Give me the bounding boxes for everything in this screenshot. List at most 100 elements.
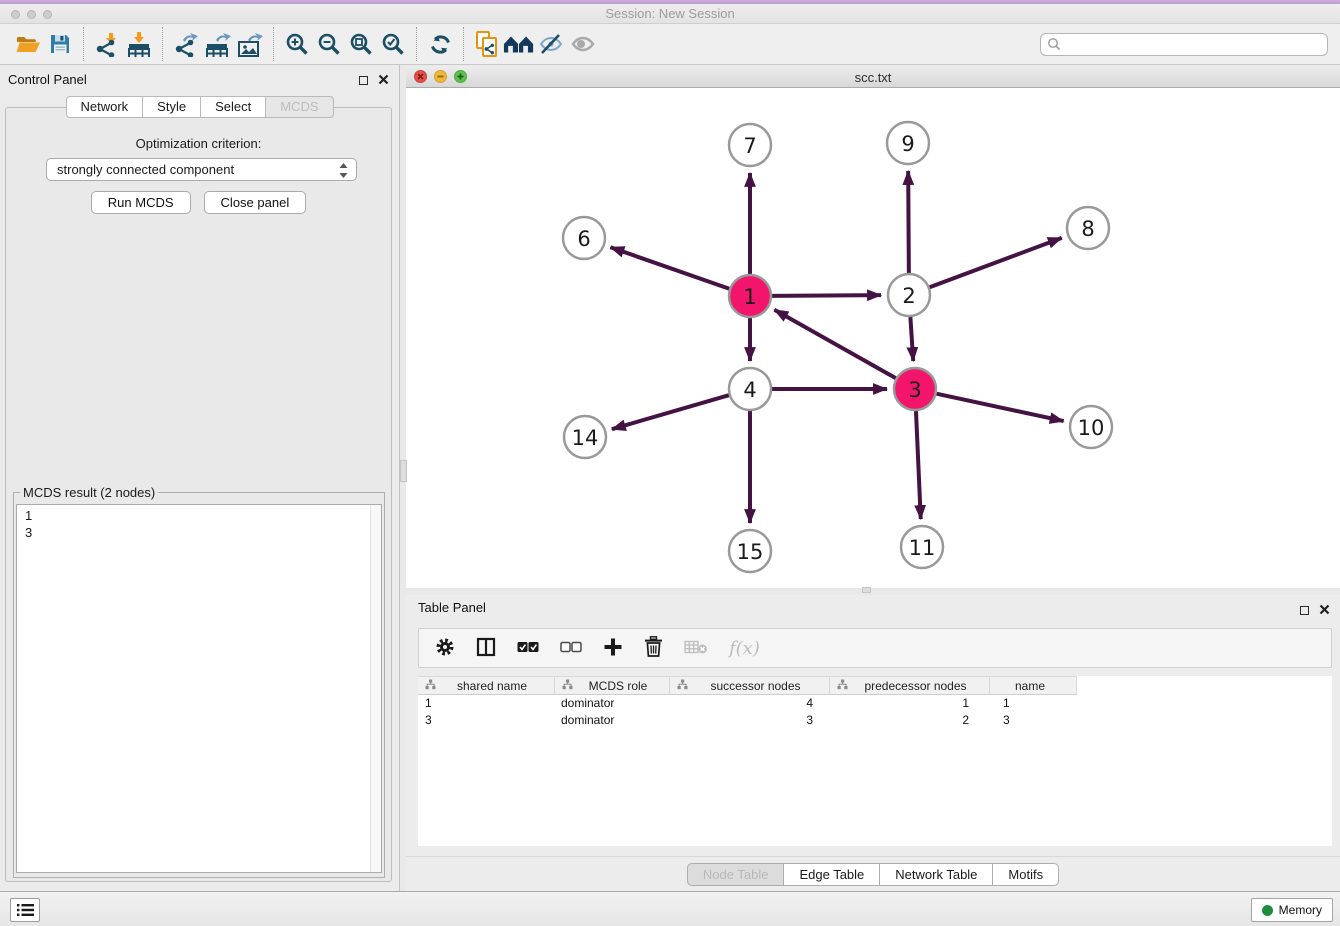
- tab-style[interactable]: Style: [143, 96, 201, 118]
- task-history-button[interactable]: [10, 898, 40, 922]
- tab-node-table[interactable]: Node Table: [687, 863, 785, 886]
- tab-select[interactable]: Select: [201, 96, 266, 118]
- column-header-shared-name[interactable]: shared name: [418, 676, 555, 695]
- tab-motifs[interactable]: Motifs: [993, 863, 1059, 886]
- cell-predecessor-nodes[interactable]: 1: [830, 696, 990, 710]
- graph-node-9[interactable]: 9: [887, 122, 929, 164]
- tab-network-table[interactable]: Network Table: [880, 863, 993, 886]
- column-type-icon: [677, 679, 688, 693]
- float-panel-icon[interactable]: [359, 76, 368, 85]
- graph-node-2[interactable]: 2: [888, 274, 930, 316]
- mcds-result-textarea[interactable]: 1 3: [16, 504, 382, 873]
- refresh-icon[interactable]: [424, 28, 456, 60]
- graph-edge-2-9[interactable]: [908, 171, 909, 273]
- cell-shared-name[interactable]: 3: [418, 713, 555, 727]
- run-mcds-button[interactable]: Run MCDS: [91, 191, 191, 214]
- graph-node-10[interactable]: 10: [1070, 406, 1112, 448]
- toolbar-separator: [463, 27, 464, 61]
- tab-mcds[interactable]: MCDS: [266, 96, 333, 118]
- tab-network[interactable]: Network: [65, 96, 143, 118]
- eye-slash-icon[interactable]: [535, 28, 567, 60]
- criterion-select[interactable]: strongly connected component: [46, 158, 357, 181]
- zoom-selected-icon[interactable]: [377, 28, 409, 60]
- table-row[interactable]: 1dominator411: [418, 695, 1332, 712]
- cell-successor-nodes[interactable]: 3: [670, 713, 830, 727]
- tab-edge-table[interactable]: Edge Table: [784, 863, 880, 886]
- import-table-icon[interactable]: [123, 28, 155, 60]
- graph-node-14[interactable]: 14: [564, 416, 606, 458]
- graph-node-7[interactable]: 7: [729, 124, 771, 166]
- memory-label: Memory: [1279, 903, 1322, 917]
- graph-edge-3-11[interactable]: [916, 411, 921, 519]
- deselect-all-columns-icon[interactable]: [560, 641, 582, 656]
- zoom-out-icon[interactable]: [313, 28, 345, 60]
- graph-edge-4-14[interactable]: [612, 395, 729, 429]
- control-panel: Control Panel Network Style Select MCDS …: [0, 65, 400, 891]
- cell-mcds-role[interactable]: dominator: [555, 713, 670, 727]
- delete-table-icon[interactable]: [684, 639, 708, 658]
- cell-shared-name[interactable]: 1: [418, 696, 555, 710]
- add-column-icon[interactable]: [603, 637, 623, 660]
- table-settings-icon[interactable]: [435, 637, 455, 660]
- graph-node-label: 9: [901, 132, 914, 156]
- eye-icon[interactable]: [567, 28, 599, 60]
- close-panel-icon[interactable]: [1319, 603, 1330, 618]
- column-type-icon: [837, 679, 848, 693]
- column-header-successor-nodes[interactable]: successor nodes: [670, 676, 830, 695]
- search-input[interactable]: [1040, 33, 1328, 56]
- cell-name[interactable]: 3: [990, 713, 1077, 727]
- export-image-icon[interactable]: [234, 28, 266, 60]
- close-panel-icon[interactable]: [378, 73, 389, 88]
- graph-edge-3-1[interactable]: [774, 310, 895, 378]
- import-network-icon[interactable]: [91, 28, 123, 60]
- graph-node-1[interactable]: 1: [729, 275, 771, 317]
- close-panel-button[interactable]: Close panel: [204, 191, 307, 214]
- open-folder-icon[interactable]: [12, 28, 44, 60]
- export-network-icon[interactable]: [170, 28, 202, 60]
- graph-edge-2-3[interactable]: [910, 317, 913, 361]
- panel-splitter-handle[interactable]: [400, 460, 407, 482]
- graph-node-label: 4: [743, 378, 756, 402]
- table-row[interactable]: 3dominator323: [418, 712, 1332, 729]
- graph-node-6[interactable]: 6: [563, 217, 605, 259]
- show-columns-icon[interactable]: [476, 637, 496, 660]
- select-all-columns-icon[interactable]: [517, 641, 539, 656]
- column-header-mcds-role[interactable]: MCDS role: [555, 676, 670, 695]
- result-scrollbar[interactable]: [370, 505, 381, 872]
- column-header-name[interactable]: name: [990, 676, 1077, 695]
- cell-successor-nodes[interactable]: 4: [670, 696, 830, 710]
- export-table-icon[interactable]: [202, 28, 234, 60]
- graph-node-4[interactable]: 4: [729, 368, 771, 410]
- mcds-result-title: MCDS result (2 nodes): [20, 485, 158, 500]
- graph-edge-2-8[interactable]: [930, 238, 1062, 287]
- graph-node-label: 2: [902, 284, 915, 308]
- save-icon[interactable]: [44, 28, 76, 60]
- column-header-predecessor-nodes[interactable]: predecessor nodes: [830, 676, 990, 695]
- zoom-fit-icon[interactable]: [345, 28, 377, 60]
- graph-edge-1-6[interactable]: [610, 247, 729, 289]
- graph-node-15[interactable]: 15: [729, 530, 771, 572]
- canvas-splitter-handle[interactable]: [862, 587, 871, 593]
- graph-node-11[interactable]: 11: [901, 526, 943, 568]
- toolbar-separator: [83, 27, 84, 61]
- table-panel-tabbar: Node Table Edge Table Network Table Moti…: [406, 856, 1340, 891]
- delete-column-icon[interactable]: [644, 636, 663, 660]
- cell-name[interactable]: 1: [990, 696, 1077, 710]
- control-panel-tabs: Network Style Select MCDS: [65, 96, 333, 118]
- float-panel-icon[interactable]: [1300, 606, 1309, 615]
- search-field-container: [1040, 33, 1328, 56]
- cell-mcds-role[interactable]: dominator: [555, 696, 670, 710]
- cell-predecessor-nodes[interactable]: 2: [830, 713, 990, 727]
- criterion-select-value: strongly connected component: [57, 162, 234, 177]
- graph-node-3[interactable]: 3: [894, 368, 936, 410]
- zoom-in-icon[interactable]: [281, 28, 313, 60]
- home-icon[interactable]: [503, 28, 535, 60]
- graph-edge-1-2[interactable]: [772, 295, 881, 296]
- network-canvas[interactable]: 7 9 6 8 1 2 4 3 14 10 15 11: [406, 88, 1340, 588]
- function-builder-icon[interactable]: f(x): [729, 638, 760, 659]
- graph-edge-3-10[interactable]: [937, 394, 1064, 421]
- memory-button[interactable]: Memory: [1251, 898, 1333, 922]
- graph-node-8[interactable]: 8: [1067, 207, 1109, 249]
- network-window-titlebar[interactable]: scc.txt: [406, 66, 1340, 88]
- network-from-selection-icon[interactable]: [471, 28, 503, 60]
